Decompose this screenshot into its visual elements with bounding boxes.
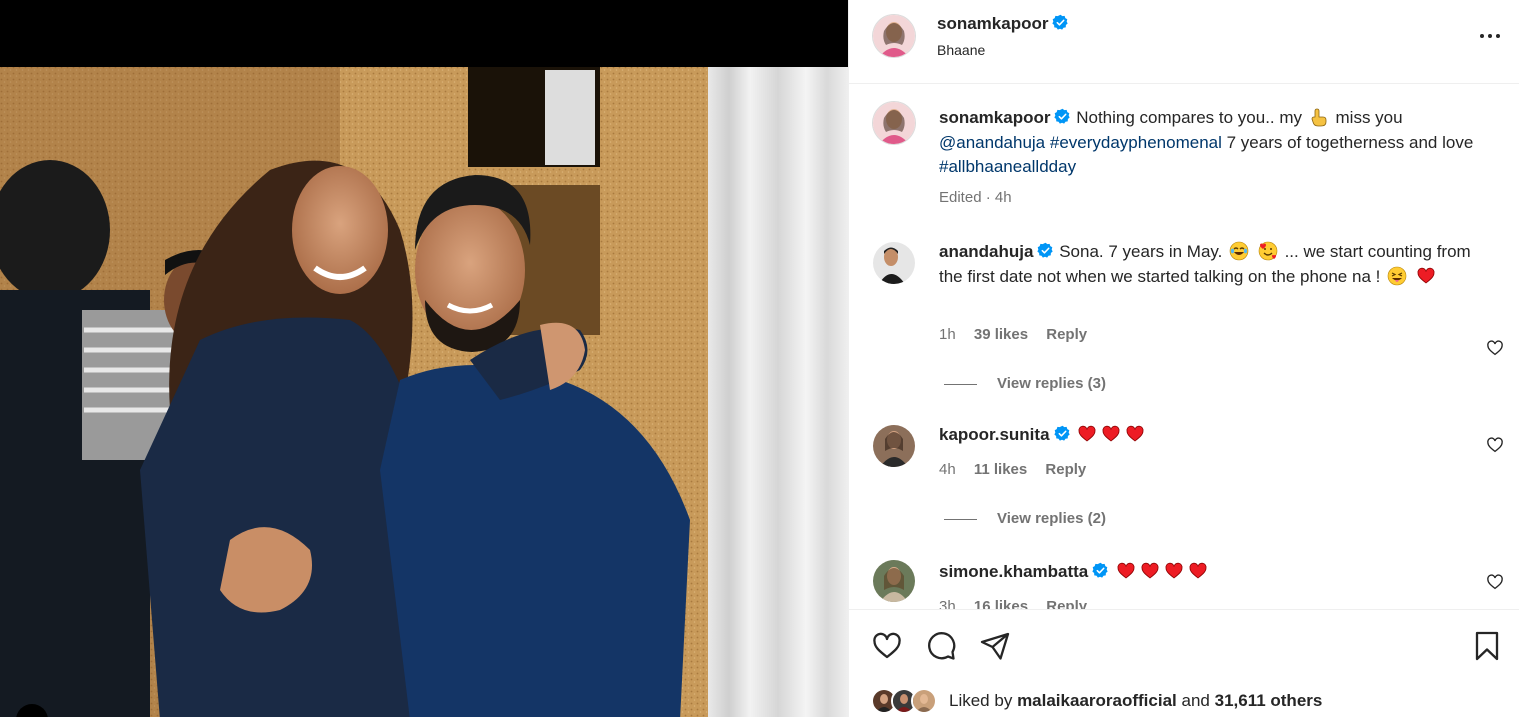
comment-meta: 1h 39 likes Reply [939,326,1101,343]
caption-part-1: Nothing compares to you.. my [1076,108,1303,127]
post-side-panel: sonamkapoor Bhaane sonamkapoor Nothing c… [848,0,1519,717]
commenter-username[interactable]: kapoor.sunita [939,425,1050,444]
comment-meta: 3h 16 likes Reply [939,598,1101,609]
comment-time: 1h [939,326,956,343]
red-heart-emoji-icon [1140,561,1160,581]
like-comment-button[interactable] [1486,339,1504,357]
view-replies-button[interactable]: View replies (2) [944,510,1106,527]
verified-badge-icon [1053,425,1071,442]
heart-icon [873,632,901,659]
like-comment-button[interactable] [1486,573,1504,591]
red-heart-emoji-icon [1116,561,1136,581]
red-heart-emoji-icon [1416,266,1436,286]
verified-badge-icon [1052,14,1069,31]
comment-button[interactable] [925,630,957,662]
comment-likes[interactable]: 16 likes [974,598,1028,609]
commenter-username[interactable]: simone.khambatta [939,562,1088,581]
photo-illustration [0,0,848,717]
liker-avatar [911,688,937,714]
reply-button[interactable]: Reply [1045,461,1086,478]
commenter-avatar[interactable] [873,560,915,602]
comment-text: simone.khambatta [939,560,1479,585]
tongue-wink-emoji-icon [1387,266,1407,286]
view-replies-label[interactable]: View replies (2) [997,510,1106,527]
author-avatar[interactable] [873,15,915,57]
likes-others-count[interactable]: 31,611 others [1215,691,1323,710]
likes-joiner: and [1181,691,1210,710]
verified-badge-icon [1092,562,1109,579]
caption-edited-time: Edited · 4h [939,189,1012,206]
commenter-avatar[interactable] [873,425,915,467]
pointing-hand-emoji-icon [1309,107,1329,127]
author-username-row[interactable]: sonamkapoor [937,14,1069,34]
post-action-bar: Liked by malaikaaroraofficial and 31,611… [849,609,1519,717]
caption-hashtag-link[interactable]: #allbhaanealldday [939,157,1076,176]
author-username[interactable]: sonamkapoor [937,14,1048,33]
post-location[interactable]: Bhaane [937,42,985,58]
comment-likes[interactable]: 39 likes [974,326,1028,343]
heart-outline-icon [1487,340,1503,356]
heart-outline-icon [1487,437,1503,453]
heart-outline-icon [1487,574,1503,590]
caption-part-3: 7 years of togetherness and love [1226,132,1474,152]
comment-likes[interactable]: 11 likes [974,461,1027,478]
caption-text: sonamkapoor Nothing compares to you.. my… [939,106,1479,180]
view-replies-label[interactable]: View replies (3) [997,375,1106,392]
verified-badge-icon [1054,108,1071,125]
paper-plane-icon [980,632,1010,660]
comment-text: anandahuja Sona. 7 years in May. ... we … [939,240,1479,289]
likes-prefix: Liked by [949,691,1013,710]
view-replies-button[interactable]: View replies (3) [944,375,1106,392]
like-comment-button[interactable] [1486,436,1504,454]
like-button[interactable] [871,630,903,662]
commenter-avatar[interactable] [873,242,915,284]
post-photo[interactable] [0,0,848,717]
verified-badge-icon [1037,242,1054,259]
share-button[interactable] [979,630,1011,662]
comment-text: kapoor.sunita [939,423,1479,448]
caption-part-2: miss you [1335,108,1403,127]
red-heart-emoji-icon [1164,561,1184,581]
red-heart-emoji-icon [1101,424,1121,444]
caption-username[interactable]: sonamkapoor [939,108,1050,127]
comment-time: 3h [939,598,956,609]
save-button[interactable] [1471,630,1503,662]
comments-list[interactable]: sonamkapoor Nothing compares to you.. my… [849,85,1519,609]
replies-divider-line [944,383,977,385]
comment-bubble-icon [928,632,956,660]
caption-meta: Edited · 4h [939,189,1026,206]
comment-time: 4h [939,461,956,478]
replies-divider-line [944,518,977,520]
liker-username[interactable]: malaikaaroraofficial [1017,691,1177,710]
more-options-icon [1480,34,1500,38]
reply-button[interactable]: Reply [1046,598,1087,609]
caption-mention-link[interactable]: @anandahuja [939,133,1045,152]
reply-button[interactable]: Reply [1046,326,1087,343]
caption-hashtag-link[interactable]: #everydayphenomenal [1050,133,1222,152]
red-heart-emoji-icon [1125,424,1145,444]
comment-meta: 4h 11 likes Reply [939,461,1100,478]
post-header: sonamkapoor Bhaane [849,0,1519,84]
red-heart-emoji-icon [1077,424,1097,444]
likes-text: Liked by malaikaaroraofficial and 31,611… [949,691,1322,711]
commenter-username[interactable]: anandahuja [939,242,1033,261]
red-heart-emoji-icon [1188,561,1208,581]
more-options-button[interactable] [1476,24,1504,48]
laughing-tears-emoji-icon [1229,241,1249,261]
author-avatar[interactable] [873,102,915,144]
bookmark-icon [1475,631,1499,661]
comment-body-part-1: Sona. 7 years in May. [1059,242,1223,261]
smiling-hearts-emoji-icon [1258,241,1278,261]
